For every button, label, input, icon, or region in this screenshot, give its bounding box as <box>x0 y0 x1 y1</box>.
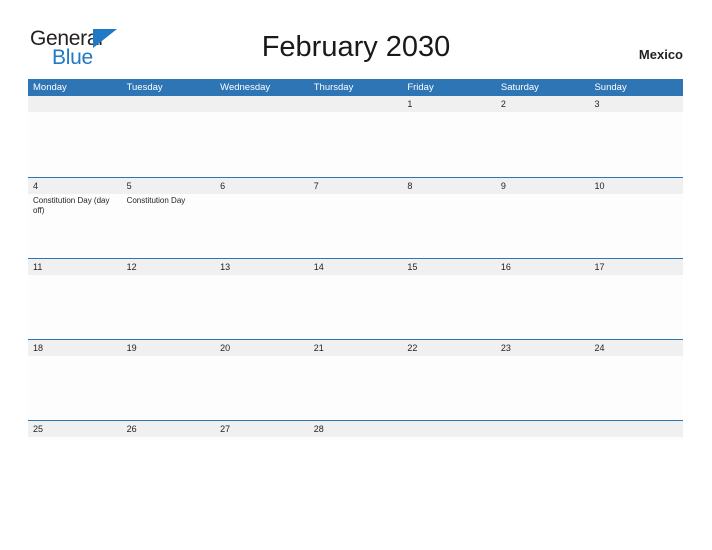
day-number: 8 <box>402 178 496 194</box>
day-events: Constitution Day (day off) <box>28 194 122 216</box>
calendar-day-cell[interactable]: 7 <box>308 178 403 258</box>
day-of-week-monday: Monday <box>33 82 67 93</box>
day-number <box>589 421 684 437</box>
calendar-day-cell[interactable]: 2 <box>495 96 590 177</box>
day-number: 11 <box>28 259 122 275</box>
day-number <box>402 421 496 437</box>
calendar-day-cell[interactable]: 1 <box>402 96 496 177</box>
day-number: 17 <box>589 259 684 275</box>
calendar-day-cell[interactable]: 12 <box>121 259 216 339</box>
calendar-day-cell[interactable]: 4 Constitution Day (day off) <box>28 178 122 258</box>
day-number: 18 <box>28 340 122 356</box>
calendar-week-row: 18 19 20 21 22 23 24 <box>28 339 684 420</box>
calendar-grid: Monday Tuesday Wednesday Thursday Friday… <box>28 79 684 441</box>
day-number: 14 <box>308 259 403 275</box>
holiday-event: Constitution Day <box>126 196 186 205</box>
calendar-day-cell[interactable]: 20 <box>215 340 309 420</box>
page-title: February 2030 <box>261 31 451 63</box>
day-number: 9 <box>495 178 590 194</box>
calendar-day-cell[interactable]: 25 <box>28 421 122 441</box>
calendar-week-row: 25 26 27 28 <box>28 420 684 441</box>
day-number: 21 <box>308 340 403 356</box>
day-of-week-thursday: Thursday <box>313 82 354 93</box>
calendar-day-cell[interactable]: 28 <box>308 421 403 441</box>
calendar-day-cell[interactable]: 26 <box>121 421 216 441</box>
calendar-day-cell[interactable]: 23 <box>495 340 590 420</box>
day-events: Constitution Day <box>122 194 216 206</box>
day-number: 10 <box>589 178 684 194</box>
day-number <box>308 96 403 112</box>
day-number: 13 <box>215 259 309 275</box>
page-header: General Blue February 2030 Mexico <box>0 0 712 68</box>
calendar-day-cell[interactable]: 14 <box>308 259 403 339</box>
calendar-day-cell-empty <box>402 421 496 441</box>
calendar-day-cell[interactable]: 27 <box>215 421 309 441</box>
calendar-day-cell[interactable]: 5 Constitution Day <box>121 178 216 258</box>
day-number: 28 <box>308 421 403 437</box>
day-of-week-sunday: Sunday <box>594 82 627 93</box>
calendar-page: General Blue February 2030 Mexico Monday… <box>0 0 712 550</box>
calendar-day-cell-empty <box>121 96 216 177</box>
day-number <box>28 96 122 112</box>
calendar-day-cell-empty <box>589 421 684 441</box>
day-number: 6 <box>215 178 309 194</box>
day-number: 2 <box>495 96 590 112</box>
day-number <box>215 96 309 112</box>
day-number: 16 <box>495 259 590 275</box>
calendar-day-cell[interactable]: 17 <box>589 259 684 339</box>
calendar-day-cell[interactable]: 13 <box>215 259 309 339</box>
calendar-day-cell[interactable]: 16 <box>495 259 590 339</box>
calendar-day-cell[interactable]: 21 <box>308 340 403 420</box>
calendar-week-row: 4 Constitution Day (day off) 5 Constitution… <box>28 177 684 258</box>
calendar-day-cell-empty <box>308 96 403 177</box>
day-number: 24 <box>589 340 684 356</box>
calendar-day-cell[interactable]: 10 <box>589 178 684 258</box>
day-number: 20 <box>215 340 309 356</box>
calendar-week-row: 123 <box>28 96 684 177</box>
calendar-day-cell[interactable]: 24 <box>589 340 684 420</box>
day-number: 22 <box>402 340 496 356</box>
day-number <box>495 421 590 437</box>
day-of-week-wednesday: Wednesday <box>220 82 271 93</box>
calendar-weeks: 1 2 3 4 Constitution Day (day off) 5 Constitut… <box>28 96 684 441</box>
calendar-day-cell[interactable]: 18 <box>28 340 122 420</box>
day-number: 3 <box>589 96 684 112</box>
day-number: 1 <box>402 96 496 112</box>
day-of-week-tuesday: Tuesday <box>126 82 163 93</box>
day-number: 12 <box>121 259 216 275</box>
day-number: 23 <box>495 340 590 356</box>
day-number: 27 <box>215 421 309 437</box>
calendar-day-cell-empty <box>28 96 122 177</box>
calendar-day-cell[interactable]: 8 <box>402 178 496 258</box>
day-of-week-saturday: Saturday <box>500 82 539 93</box>
day-number: 15 <box>402 259 496 275</box>
calendar-week-row: 11 12 13 14 15 16 17 <box>28 258 684 339</box>
calendar-day-cell[interactable]: 19 <box>121 340 216 420</box>
day-number: 25 <box>28 421 122 437</box>
holiday-event: Constitution Day (day off) <box>33 196 110 215</box>
calendar-day-cell[interactable]: 15 <box>402 259 496 339</box>
day-of-week-friday: Friday <box>407 82 434 93</box>
day-of-week-header-row: Monday Tuesday Wednesday Thursday Friday… <box>28 79 683 96</box>
calendar-day-cell[interactable]: 9 <box>495 178 590 258</box>
calendar-day-cell[interactable]: 11 <box>28 259 122 339</box>
day-number: 7 <box>308 178 403 194</box>
day-number: 4 <box>28 178 122 194</box>
day-number: 19 <box>121 340 216 356</box>
country-label: Mexico <box>638 47 683 62</box>
calendar-day-cell[interactable]: 6 <box>215 178 309 258</box>
day-number: 5 <box>121 178 216 194</box>
day-number <box>121 96 216 112</box>
day-number: 26 <box>121 421 216 437</box>
calendar-day-cell-empty <box>495 421 590 441</box>
calendar-day-cell[interactable]: 22 <box>402 340 496 420</box>
calendar-day-cell-empty <box>215 96 309 177</box>
calendar-day-cell[interactable]: 3 <box>589 96 684 177</box>
